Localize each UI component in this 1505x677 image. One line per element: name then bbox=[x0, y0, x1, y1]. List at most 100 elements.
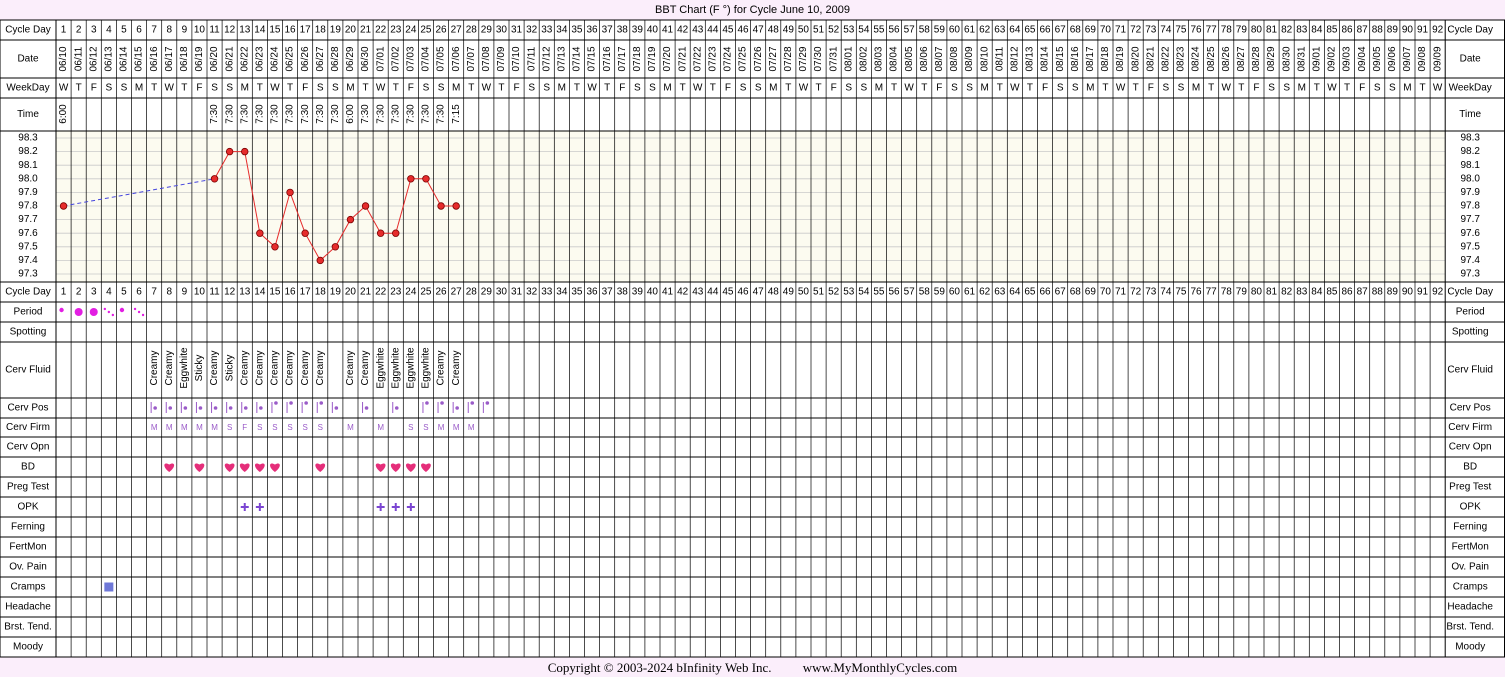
y-tick-label-right: 98.3 bbox=[1460, 133, 1480, 144]
weekday-label: F bbox=[1253, 83, 1259, 94]
row-label-right: Headache bbox=[1447, 602, 1493, 613]
date-label: 06/30 bbox=[360, 46, 371, 71]
row-label-left: Cerv Fluid bbox=[5, 365, 51, 376]
bbt-point bbox=[256, 229, 264, 237]
row-label-right: Period bbox=[1456, 307, 1485, 318]
cycle-day-number: 80 bbox=[1251, 25, 1263, 36]
row-label-right: OPK bbox=[1460, 502, 1481, 513]
site-link[interactable]: www.MyMonthlyCycles.com bbox=[803, 660, 957, 675]
date-label: 08/07 bbox=[934, 46, 945, 71]
period-marker bbox=[133, 307, 137, 311]
weekday-label: T bbox=[1102, 83, 1108, 94]
date-label: 06/24 bbox=[270, 46, 281, 71]
copyright-text: Copyright © 2003-2024 bInfinity Web Inc. bbox=[547, 660, 772, 675]
date-label: 07/24 bbox=[723, 46, 734, 71]
weekday-label: S bbox=[1374, 83, 1381, 94]
cerv-firm-letter: S bbox=[227, 423, 232, 432]
cycle-day-number: 9 bbox=[182, 25, 188, 36]
row-label-left: Time bbox=[17, 109, 39, 120]
date-label: 07/13 bbox=[556, 46, 567, 71]
cycle-day-number: 64 bbox=[1009, 25, 1021, 36]
cycle-day-number: 70 bbox=[1100, 25, 1112, 36]
cerv-firm-letter: M bbox=[438, 423, 445, 432]
weekday-label: T bbox=[574, 83, 580, 94]
weekday-label: S bbox=[1389, 83, 1396, 94]
cervical-fluid-label: Creamy bbox=[300, 350, 311, 385]
cycle-day-number: 13 bbox=[239, 287, 251, 298]
cycle-day-number: 34 bbox=[556, 25, 568, 36]
cycle-day-number: 6 bbox=[136, 25, 142, 36]
date-label: 06/22 bbox=[239, 46, 250, 71]
cerv-firm-letter: S bbox=[272, 423, 277, 432]
weekday-label: S bbox=[1163, 83, 1170, 94]
weekday-label: W bbox=[1116, 83, 1126, 94]
cycle-day-number: 22 bbox=[375, 25, 387, 36]
time-label: 7:30 bbox=[375, 104, 386, 124]
cerv-pos-dot bbox=[394, 406, 399, 410]
cycle-day-number: 85 bbox=[1326, 287, 1338, 298]
bbt-point bbox=[59, 202, 68, 210]
cycle-day-number: 33 bbox=[541, 287, 553, 298]
weekday-label: S bbox=[423, 83, 430, 94]
cycle-day-number: 91 bbox=[1417, 287, 1429, 298]
cerv-pos-dot bbox=[213, 406, 218, 410]
cervical-fluid-label: Creamy bbox=[270, 350, 281, 385]
date-label: 07/17 bbox=[617, 46, 628, 71]
cervical-fluid-label: Eggwhite bbox=[375, 347, 386, 389]
weekday-label: F bbox=[1148, 83, 1154, 94]
cycle-day-number: 49 bbox=[783, 25, 795, 36]
date-label: 06/25 bbox=[285, 46, 296, 71]
cycle-day-number: 86 bbox=[1341, 287, 1353, 298]
row-label-right: Cerv Pos bbox=[1450, 403, 1491, 414]
date-label: 08/16 bbox=[1070, 46, 1081, 71]
bbt-point bbox=[407, 175, 415, 183]
weekday-label: S bbox=[1283, 83, 1290, 94]
cycle-day-number: 72 bbox=[1130, 287, 1142, 298]
cycle-day-number: 6 bbox=[136, 287, 142, 298]
cycle-day-number: 15 bbox=[269, 287, 281, 298]
bbt-point bbox=[225, 147, 234, 156]
row-label-left: BD bbox=[21, 462, 35, 473]
cerv-pos-dot bbox=[274, 401, 278, 405]
row-label-right: Date bbox=[1460, 54, 1482, 65]
cervical-fluid-label: Creamy bbox=[254, 350, 265, 385]
time-label: 7:30 bbox=[300, 104, 311, 124]
cycle-day-number: 25 bbox=[420, 25, 432, 36]
time-label: 7:15 bbox=[451, 104, 462, 124]
cycle-day-number: 43 bbox=[692, 287, 704, 298]
date-label: 06/26 bbox=[300, 46, 311, 71]
cycle-day-number: 61 bbox=[964, 25, 976, 36]
cerv-firm-letter: M bbox=[181, 423, 188, 432]
weekday-label: F bbox=[196, 83, 202, 94]
cervical-fluid-label: Creamy bbox=[209, 350, 220, 385]
time-label: 7:30 bbox=[224, 104, 235, 124]
cramps-marker bbox=[104, 582, 114, 592]
weekday-label: M bbox=[1298, 83, 1306, 94]
cycle-day-number: 82 bbox=[1281, 25, 1293, 36]
cycle-day-number: 88 bbox=[1372, 25, 1384, 36]
row-label-left: FertMon bbox=[9, 542, 46, 553]
cervical-fluid-label: Eggwhite bbox=[405, 347, 416, 389]
weekday-label: M bbox=[135, 83, 143, 94]
period-marker bbox=[119, 307, 125, 313]
cycle-day-number: 86 bbox=[1341, 25, 1353, 36]
weekday-label: T bbox=[468, 83, 474, 94]
cerv-firm-letter: S bbox=[302, 423, 307, 432]
cycle-day-number: 8 bbox=[166, 25, 172, 36]
date-label: 09/04 bbox=[1357, 46, 1368, 71]
time-label: 7:30 bbox=[315, 104, 326, 124]
date-label: 09/05 bbox=[1372, 46, 1383, 71]
cycle-day-number: 74 bbox=[1160, 25, 1172, 36]
date-label: 08/05 bbox=[904, 46, 915, 71]
cerv-firm-letter: F bbox=[242, 423, 247, 432]
weekday-label: T bbox=[1133, 83, 1139, 94]
date-label: 07/10 bbox=[511, 46, 522, 71]
date-label: 08/09 bbox=[964, 46, 975, 71]
date-label: 09/07 bbox=[1402, 46, 1413, 71]
date-label: 07/31 bbox=[828, 46, 839, 71]
cycle-day-number: 92 bbox=[1432, 287, 1444, 298]
weekday-label: M bbox=[241, 83, 249, 94]
date-label: 06/10 bbox=[58, 46, 69, 71]
bbt-point bbox=[301, 229, 309, 237]
cycle-day-number: 34 bbox=[556, 287, 568, 298]
